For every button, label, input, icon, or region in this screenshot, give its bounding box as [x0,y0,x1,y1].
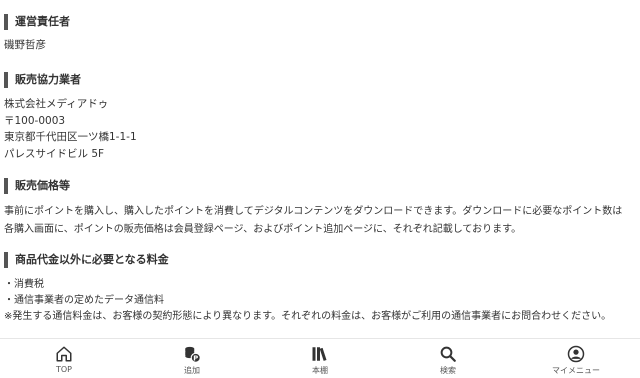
section-header: 販売価格等 [0,178,640,194]
tab-label: 検索 [440,366,456,375]
section-operator: 運営責任者 磯野哲彦 [0,14,640,54]
building-name: パレスサイドビル 5F [4,147,105,160]
pricing-text: 事前にポイントを購入し、購入したポイントを消費してデジタルコンテンツをダウンロー… [4,206,623,235]
tab-add[interactable]: P 追加 [128,339,256,378]
section-heading: 商品代金以外に必要となる料金 [15,253,169,266]
coins-icon: P [185,346,201,363]
section-body: 株式会社メディアドゥ 〒100-0003 東京都千代田区一ツ橋1-1-1 パレス… [0,96,640,162]
tab-top[interactable]: TOP [0,339,128,378]
user-icon [567,345,585,363]
bookshelf-icon [312,347,327,361]
section-heading: 運営責任者 [15,15,70,28]
section-pricing: 販売価格等 事前にポイントを購入し、購入したポイントを消費してデジタルコンテンツ… [0,178,640,238]
home-icon [56,346,72,362]
section-body: ・消費税 ・通信事業者の定めたデータ通信料 ※発生する通信料金は、お客様の契約形… [0,277,640,325]
section-additional-fees: 商品代金以外に必要となる料金 ・消費税 ・通信事業者の定めたデータ通信料 ※発生… [0,252,640,325]
section-heading: 販売協力業者 [15,73,81,86]
tab-label: TOP [55,365,72,374]
tab-search[interactable]: 検索 [384,339,512,378]
section-header: 商品代金以外に必要となる料金 [0,252,640,268]
heading-bar [4,178,8,194]
tab-label: 本棚 [312,366,328,375]
tab-label: 追加 [184,366,200,375]
operator-name: 磯野哲彦 [4,39,46,51]
heading-bar [4,72,8,88]
bottom-tab-bar: TOP P 追加 本棚 検索 マイメニュー [0,338,640,378]
heading-bar [4,14,8,30]
svg-text:P: P [193,354,198,362]
fee-item: ・通信事業者の定めたデータ通信料 [4,295,164,306]
tab-label: マイメニュー [552,366,600,375]
section-header: 運営責任者 [0,14,640,30]
section-body: 磯野哲彦 [0,37,640,54]
search-icon [440,346,456,362]
fee-note: ※発生する通信料金は、お客様の契約形態により異なります。それぞれの料金は、お客様… [4,311,612,322]
section-sales-partner: 販売協力業者 株式会社メディアドゥ 〒100-0003 東京都千代田区一ツ橋1-… [0,72,640,162]
postal-code: 〒100-0003 [4,114,66,127]
tab-bookshelf[interactable]: 本棚 [256,339,384,378]
legal-info-content: 運営責任者 磯野哲彦 販売協力業者 株式会社メディアドゥ 〒100-0003 東… [0,0,640,338]
section-heading: 販売価格等 [15,179,70,192]
address-line: 東京都千代田区一ツ橋1-1-1 [4,131,137,143]
section-header: 販売協力業者 [0,72,640,88]
tab-my-menu[interactable]: マイメニュー [512,339,640,378]
company-name: 株式会社メディアドゥ [4,98,109,110]
heading-bar [4,252,8,268]
fee-item: ・消費税 [4,279,44,290]
